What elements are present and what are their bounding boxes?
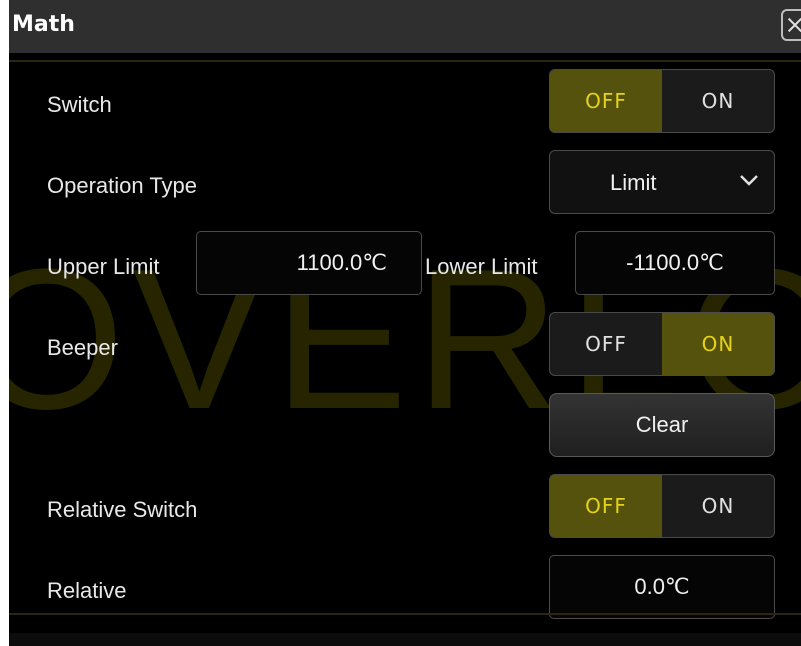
upper-limit-field[interactable]: 1100.0℃ [196, 231, 422, 295]
switch-label: Switch [47, 92, 112, 117]
footer-strip [9, 633, 801, 646]
beeper-on-option[interactable]: ON [662, 313, 774, 375]
lower-limit-field[interactable]: -1100.0℃ [575, 231, 775, 295]
dialog-title: Math [12, 12, 75, 37]
upper-limit-label: Upper Limit [47, 254, 160, 279]
lower-limit-label: Lower Limit [425, 254, 538, 279]
relative-switch-on-option[interactable]: ON [662, 475, 774, 537]
relative-switch-off-option[interactable]: OFF [550, 475, 662, 537]
math-dialog: OVERLO Math Switch OFF ON Operation Type… [9, 0, 801, 646]
title-bar: Math [9, 0, 801, 53]
switch-on-option[interactable]: ON [662, 70, 774, 132]
clear-button[interactable]: Clear [549, 393, 775, 457]
operation-type-value: Limit [610, 170, 657, 195]
divider-bottom [9, 613, 801, 615]
relative-switch-label: Relative Switch [47, 497, 198, 522]
operation-type-select[interactable]: Limit [549, 150, 775, 214]
relative-label: Relative [47, 578, 127, 603]
beeper-off-option[interactable]: OFF [550, 313, 662, 375]
operation-type-label: Operation Type [47, 173, 198, 198]
beeper-toggle[interactable]: OFF ON [549, 312, 775, 376]
chevron-down-icon [740, 175, 758, 186]
close-icon[interactable] [781, 9, 801, 41]
beeper-label: Beeper [47, 335, 118, 360]
relative-field[interactable]: 0.0℃ [549, 555, 775, 619]
divider-top [9, 60, 801, 62]
switch-toggle[interactable]: OFF ON [549, 69, 775, 133]
relative-switch-toggle[interactable]: OFF ON [549, 474, 775, 538]
switch-off-option[interactable]: OFF [550, 70, 662, 132]
